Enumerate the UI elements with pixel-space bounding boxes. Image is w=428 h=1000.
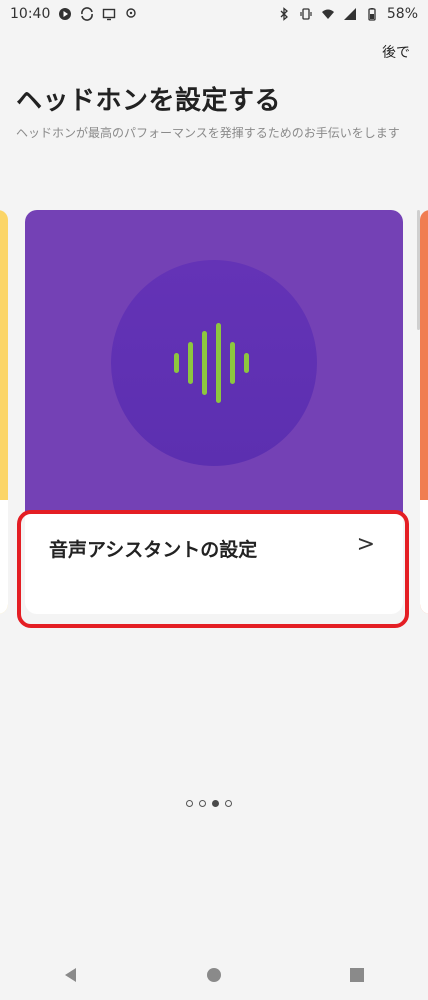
page-indicator (186, 800, 232, 807)
chevron-right-icon: > (356, 532, 375, 557)
home-button[interactable] (194, 955, 234, 995)
status-bar: 10:40 58% (0, 0, 428, 28)
page-subtitle: ヘッドホンが最高のパフォーマンスを発揮するためのお手伝いをします (16, 126, 400, 140)
battery-icon (365, 7, 379, 21)
cast-icon (102, 7, 116, 21)
card-label: 音声アシスタントの設定 (49, 539, 258, 561)
play-icon (58, 7, 72, 21)
page-dot (199, 800, 206, 807)
wifi-icon (321, 7, 335, 21)
sync-icon (80, 7, 94, 21)
page-dot (186, 800, 193, 807)
vibrate-icon (299, 7, 313, 21)
recents-icon (349, 968, 364, 982)
back-button[interactable] (51, 955, 91, 995)
voice-assistant-card[interactable]: 音声アシスタントの設定 > (25, 210, 403, 614)
status-time: 10:40 (10, 6, 51, 22)
scroll-indicator (417, 210, 420, 330)
card-banner (25, 210, 403, 514)
later-button[interactable]: 後で (382, 42, 410, 62)
back-icon (65, 968, 77, 982)
signal-icon (343, 7, 357, 21)
page-dot (225, 800, 232, 807)
home-icon (206, 968, 221, 982)
recents-button[interactable] (337, 955, 377, 995)
bluetooth-icon (277, 7, 291, 21)
page-title: ヘッドホンを設定する (16, 86, 282, 116)
sound-wave-icon (174, 323, 249, 403)
page-dot-active (212, 800, 219, 807)
previous-card-peek-bottom (0, 500, 8, 614)
navigation-bar (0, 950, 428, 1000)
data-saver-icon (124, 7, 138, 21)
next-card-peek-bottom (420, 500, 428, 614)
battery-percent: 58% (386, 6, 418, 22)
